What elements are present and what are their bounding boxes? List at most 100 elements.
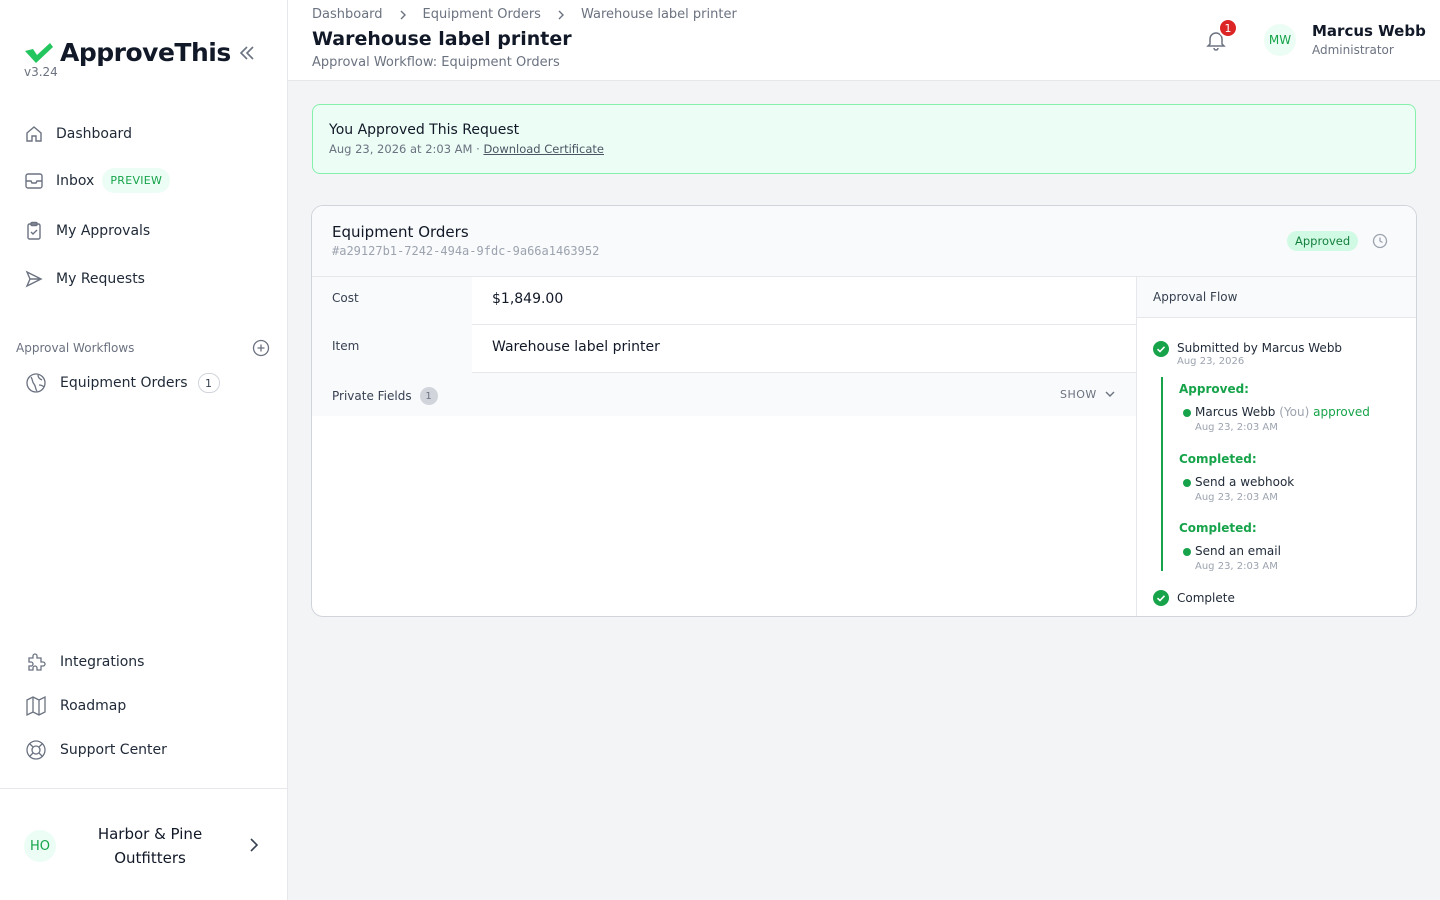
request-card-header: Equipment Orders #a29127b1-7242-494a-9fd…: [312, 206, 1416, 277]
page-subtitle: Approval Workflow: Equipment Orders: [312, 55, 560, 70]
flow-approved-action: approved: [1313, 405, 1370, 419]
workflow-count-badge: 1: [197, 373, 220, 393]
sidebar-item-my-approvals[interactable]: My Approvals: [24, 221, 150, 241]
sidebar-workflow-equipment-orders[interactable]: Equipment Orders 1: [24, 373, 220, 393]
double-chevron-left-icon: [239, 46, 254, 60]
app-version: v3.24: [24, 65, 58, 79]
sidebar-item-label: My Requests: [56, 271, 145, 287]
sidebar-item-support-center[interactable]: Support Center: [24, 740, 167, 760]
flow-item-date: Aug 23, 2:03 AM: [1195, 561, 1278, 572]
sidebar-item-inbox[interactable]: Inbox PREVIEW: [24, 168, 171, 193]
add-workflow-button[interactable]: [252, 339, 270, 357]
flow-group-approved: Approved:: [1179, 382, 1249, 396]
sidebar-item-label: Support Center: [60, 742, 167, 758]
sidebar-item-label: Integrations: [60, 654, 145, 670]
sidebar-item-integrations[interactable]: Integrations: [24, 652, 144, 672]
chevron-right-icon: [397, 9, 409, 21]
plus-circle-icon: [252, 339, 270, 357]
banner-separator: ·: [476, 142, 480, 156]
chevron-right-icon: [555, 9, 567, 21]
flow-dot: [1183, 548, 1191, 556]
banner-timestamp: Aug 23, 2026 at 2:03 AM: [329, 142, 473, 156]
sidebar-item-label: Roadmap: [60, 698, 127, 714]
home-icon: [24, 124, 44, 144]
puzzle-icon: [24, 652, 48, 672]
private-fields-title: Private Fields: [332, 389, 412, 403]
field-row-cost: Cost $1,849.00: [312, 277, 1136, 325]
checkmark-logo-icon: [25, 42, 53, 63]
user-name: Marcus Webb: [1312, 22, 1426, 40]
private-fields-count: 1: [419, 387, 438, 405]
flow-submitted-date: Aug 23, 2026: [1177, 356, 1245, 367]
notification-count-badge: 1: [1218, 18, 1238, 38]
banner-subtext: Aug 23, 2026 at 2:03 AM · Download Certi…: [329, 142, 604, 156]
show-private-fields-toggle[interactable]: SHOW: [1060, 387, 1117, 401]
flow-timeline-line: [1161, 377, 1163, 571]
org-avatar: HO: [24, 830, 56, 862]
sidebar-item-roadmap[interactable]: Roadmap: [24, 695, 127, 717]
request-card: Equipment Orders #a29127b1-7242-494a-9fd…: [311, 205, 1417, 617]
sidebar: ApproveThis v3.24 Dashboard Inbox PREVIE…: [0, 0, 288, 900]
approval-confirmation-banner: You Approved This Request Aug 23, 2026 a…: [312, 104, 1416, 174]
breadcrumb: Dashboard Equipment Orders Warehouse lab…: [312, 7, 737, 22]
approval-flow-title: Approval Flow: [1137, 277, 1416, 318]
app-logo[interactable]: ApproveThis: [24, 38, 231, 67]
flow-approver-name: Marcus Webb: [1195, 405, 1276, 419]
status-badge: Approved: [1287, 231, 1359, 251]
flow-complete: Complete: [1177, 591, 1235, 605]
app-name: ApproveThis: [60, 38, 231, 67]
flow-you-tag: (You): [1279, 405, 1310, 419]
field-label: Cost: [312, 277, 472, 325]
check-circle-icon: [1153, 590, 1169, 606]
flow-group-completed: Completed:: [1179, 452, 1257, 466]
chevron-right-icon[interactable]: [244, 835, 264, 855]
approval-workflows-heading: Approval Workflows: [16, 341, 135, 355]
user-role: Administrator: [1312, 43, 1394, 57]
sidebar-item-label: Inbox: [56, 172, 95, 189]
banner-title: You Approved This Request: [329, 122, 520, 138]
flow-email: Send an email: [1195, 544, 1281, 558]
approval-flow-panel: Approval Flow Submitted by Marcus Webb A…: [1136, 277, 1416, 616]
field-label: Item: [312, 325, 472, 373]
sidebar-item-label: My Approvals: [56, 223, 151, 239]
breadcrumb-equipment-orders[interactable]: Equipment Orders: [423, 7, 541, 22]
flow-submitted: Submitted by Marcus Webb: [1177, 341, 1343, 355]
collapse-sidebar-button[interactable]: [236, 42, 258, 64]
flow-group-completed: Completed:: [1179, 521, 1257, 535]
lifebuoy-icon: [24, 740, 48, 760]
inbox-icon: [24, 171, 44, 191]
flow-dot: [1183, 409, 1191, 417]
clipboard-check-icon: [24, 221, 44, 241]
check-circle-icon: [1153, 341, 1169, 357]
page-title: Warehouse label printer: [312, 28, 572, 50]
sidebar-item-label: Dashboard: [56, 126, 132, 142]
breadcrumb-current[interactable]: Warehouse label printer: [581, 7, 737, 22]
globe-icon: [24, 373, 48, 393]
flow-item-date: Aug 23, 2:03 AM: [1195, 422, 1278, 433]
request-workflow-name: Equipment Orders: [332, 223, 469, 241]
send-icon: [24, 269, 44, 289]
user-avatar[interactable]: MW: [1264, 24, 1296, 56]
org-name: Harbor & Pine Outfitters: [97, 825, 203, 867]
clock-history-icon[interactable]: [1372, 233, 1388, 249]
preview-badge: PREVIEW: [102, 168, 171, 193]
sidebar-item-label: Equipment Orders: [60, 375, 188, 391]
request-id: #a29127b1-7242-494a-9fdc-9a66a1463952: [332, 244, 600, 258]
organization-switcher[interactable]: HO Harbor & Pine Outfitters: [0, 788, 288, 900]
chevron-down-icon: [1105, 391, 1115, 397]
sidebar-item-my-requests[interactable]: My Requests: [24, 269, 145, 289]
field-value: $1,849.00: [492, 291, 564, 307]
flow-dot: [1183, 479, 1191, 487]
breadcrumb-dashboard[interactable]: Dashboard: [312, 7, 383, 22]
sidebar-item-dashboard[interactable]: Dashboard: [24, 124, 132, 144]
download-certificate-link[interactable]: Download Certificate: [483, 142, 604, 156]
flow-approver: Marcus Webb (You) approved: [1195, 405, 1370, 419]
flow-webhook: Send a webhook: [1195, 475, 1295, 489]
private-fields-label: Private Fields 1: [332, 387, 438, 405]
show-toggle-label: SHOW: [1060, 387, 1097, 401]
private-fields-row: Private Fields 1 SHOW: [312, 373, 1136, 416]
flow-item-date: Aug 23, 2:03 AM: [1195, 492, 1278, 503]
map-icon: [24, 695, 48, 717]
field-value: Warehouse label printer: [492, 339, 660, 355]
field-row-item: Item Warehouse label printer: [312, 325, 1136, 373]
